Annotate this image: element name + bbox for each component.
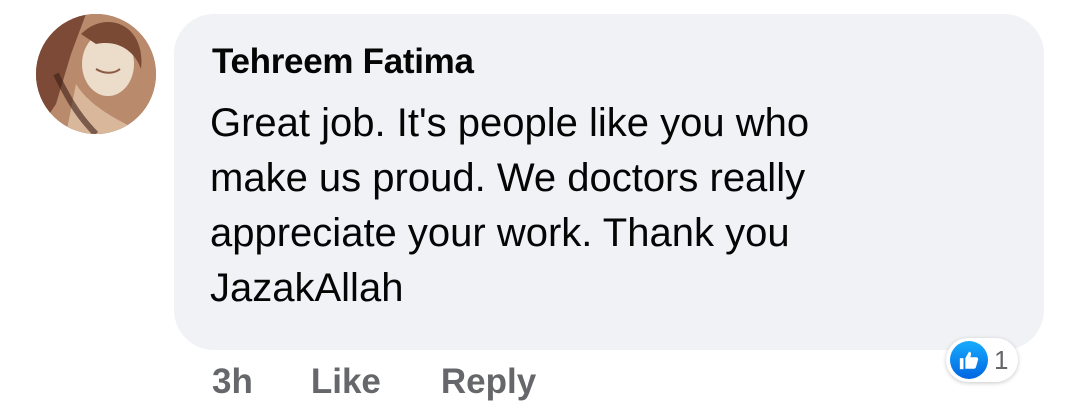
comment-text: Great job. It's people like you who make… xyxy=(210,101,810,310)
thumbs-up-icon xyxy=(950,341,988,379)
comment-actions: 3h Like Reply xyxy=(212,360,536,404)
reaction-count: 1 xyxy=(994,344,1009,375)
avatar[interactable] xyxy=(36,14,156,134)
reaction-summary[interactable]: 1 xyxy=(946,338,1019,382)
avatar-image xyxy=(36,14,156,134)
reply-button[interactable]: Reply xyxy=(441,362,536,402)
like-button[interactable]: Like xyxy=(311,362,381,402)
comment-author[interactable]: Tehreem Fatima xyxy=(212,42,474,82)
comment-timestamp[interactable]: 3h xyxy=(212,362,253,402)
comment-bubble[interactable]: Tehreem Fatima Great job. It's people li… xyxy=(174,14,1044,350)
